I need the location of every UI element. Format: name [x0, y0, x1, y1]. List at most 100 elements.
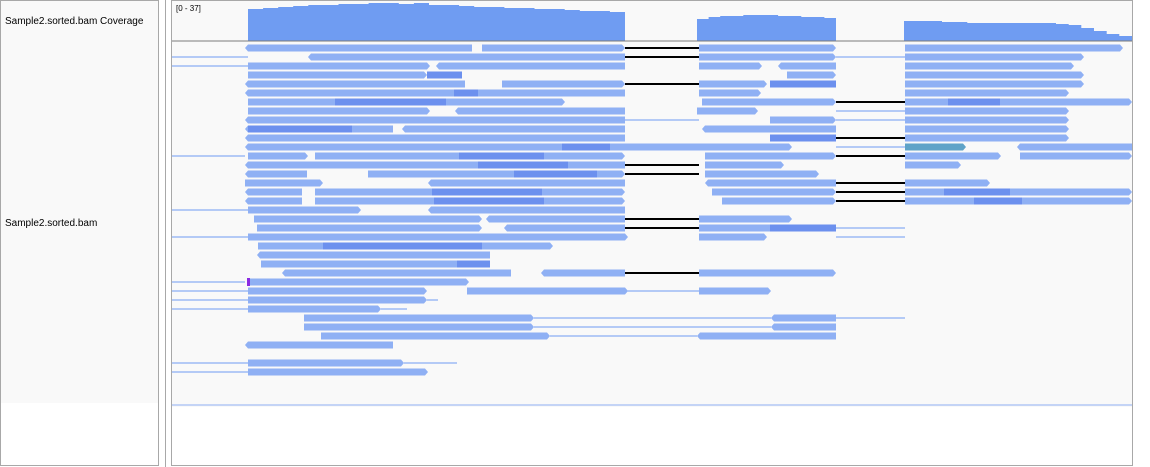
read-alignment: [245, 170, 307, 178]
data-panel[interactable]: [0 - 37]: [171, 0, 1133, 466]
read-alignment: [699, 215, 792, 223]
read-alignment: [905, 89, 1069, 97]
read-alignment: [482, 44, 625, 52]
read-alignment: [905, 152, 1001, 160]
read-mismatch-shading: [432, 188, 542, 196]
read-mismatch-shading: [459, 152, 544, 160]
read-alignment: [722, 197, 836, 205]
read-alignment: [245, 80, 465, 88]
read-alignment: [412, 134, 625, 142]
read-mismatch-shading: [944, 188, 1010, 196]
read-alignment: [697, 332, 836, 340]
read-alignment: [467, 287, 628, 295]
read-alignment: [905, 161, 961, 169]
read-mismatch-shading: [974, 197, 1022, 205]
read-alignment: [248, 71, 427, 79]
read-alignment: [699, 269, 836, 277]
read-mismatch-shading: [427, 71, 462, 79]
read-alignment: [248, 233, 490, 241]
read-alignment: [245, 89, 625, 97]
read-alignment: [905, 98, 1132, 106]
read-alignment: [541, 269, 625, 277]
read-alignment: [1020, 152, 1132, 160]
read-alignment: [905, 188, 1132, 196]
coverage-bar: [904, 21, 1132, 41]
read-alignment: [282, 269, 511, 277]
read-alignment: [248, 62, 430, 70]
read-alignment: [248, 206, 361, 214]
read-alignment: [787, 71, 836, 79]
read-alignment: [905, 116, 1069, 124]
read-mismatch-shading: [457, 260, 490, 268]
read-alignment: [770, 116, 836, 124]
read-alignment: [699, 89, 761, 97]
read-alignment: [245, 179, 323, 187]
read-alignment: [248, 152, 308, 160]
read-alignment: [248, 296, 427, 304]
splitter-line: [165, 0, 166, 467]
read-alignment: [699, 62, 762, 70]
read-alignment: [245, 188, 302, 196]
read-alignment: [705, 152, 836, 160]
read-alignment: [705, 161, 784, 169]
read-alignment: [699, 233, 767, 241]
read-alignment: [771, 314, 836, 322]
read-alignment: [455, 107, 625, 115]
read-alignment: [905, 107, 1069, 115]
read-alignment: [702, 125, 836, 133]
read-alignment: [504, 224, 625, 232]
read-alignment: [778, 62, 836, 70]
read-alignment: [699, 53, 836, 61]
read-alignment: [905, 53, 1084, 61]
read-mismatch-shading: [770, 80, 836, 88]
read-alignment: [321, 332, 550, 340]
read-mismatch-shading: [478, 161, 568, 169]
read-alignment: [254, 215, 482, 223]
read-alignment: [905, 44, 1123, 52]
highlighted-read: [905, 143, 966, 151]
read-alignment: [257, 224, 482, 232]
read-mismatch-shading: [948, 98, 1000, 106]
read-alignment: [502, 80, 625, 88]
read-mismatch-shading: [770, 224, 836, 232]
read-alignment: [699, 80, 767, 88]
read-alignment: [905, 179, 990, 187]
read-alignment: [428, 179, 625, 187]
alignment-reads[interactable]: [172, 44, 1132, 376]
read-alignment: [771, 323, 836, 331]
read-mismatch-shading: [248, 125, 352, 133]
read-alignment: [402, 125, 625, 133]
read-alignment: [1017, 143, 1132, 151]
read-alignment: [699, 287, 771, 295]
read-mismatch-shading: [323, 242, 482, 250]
read-alignment: [245, 116, 625, 124]
read-mismatch-shading: [514, 170, 597, 178]
read-alignment: [705, 179, 836, 187]
read-alignment: [248, 305, 381, 313]
read-alignment: [245, 134, 415, 142]
read-alignment: [245, 341, 393, 349]
read-alignment: [248, 278, 469, 286]
read-alignment: [705, 170, 819, 178]
coverage-track-name[interactable]: Sample2.sorted.bam Coverage: [5, 16, 143, 27]
coverage-bar: [697, 15, 836, 41]
read-alignment: [905, 80, 1084, 88]
track-name-panel: Sample2.sorted.bam Coverage Sample2.sort…: [0, 0, 159, 466]
read-alignment: [905, 125, 1069, 133]
read-alignment: [486, 215, 625, 223]
read-alignment: [248, 107, 430, 115]
read-alignment: [463, 233, 628, 241]
read-alignment: [712, 188, 836, 196]
read-alignment: [248, 287, 427, 295]
read-mismatch-shading: [770, 134, 836, 142]
read-alignment: [261, 260, 490, 268]
read-mismatch-shading: [454, 89, 478, 97]
read-alignment: [786, 44, 836, 52]
alignment-track-name[interactable]: Sample2.sorted.bam: [5, 218, 97, 229]
panel-splitter[interactable]: [160, 0, 166, 467]
read-alignment: [257, 251, 490, 259]
read-alignment: [905, 134, 1069, 142]
track-name-panel-background: [1, 1, 158, 403]
read-alignment: [245, 197, 302, 205]
track-canvas[interactable]: [172, 1, 1132, 465]
